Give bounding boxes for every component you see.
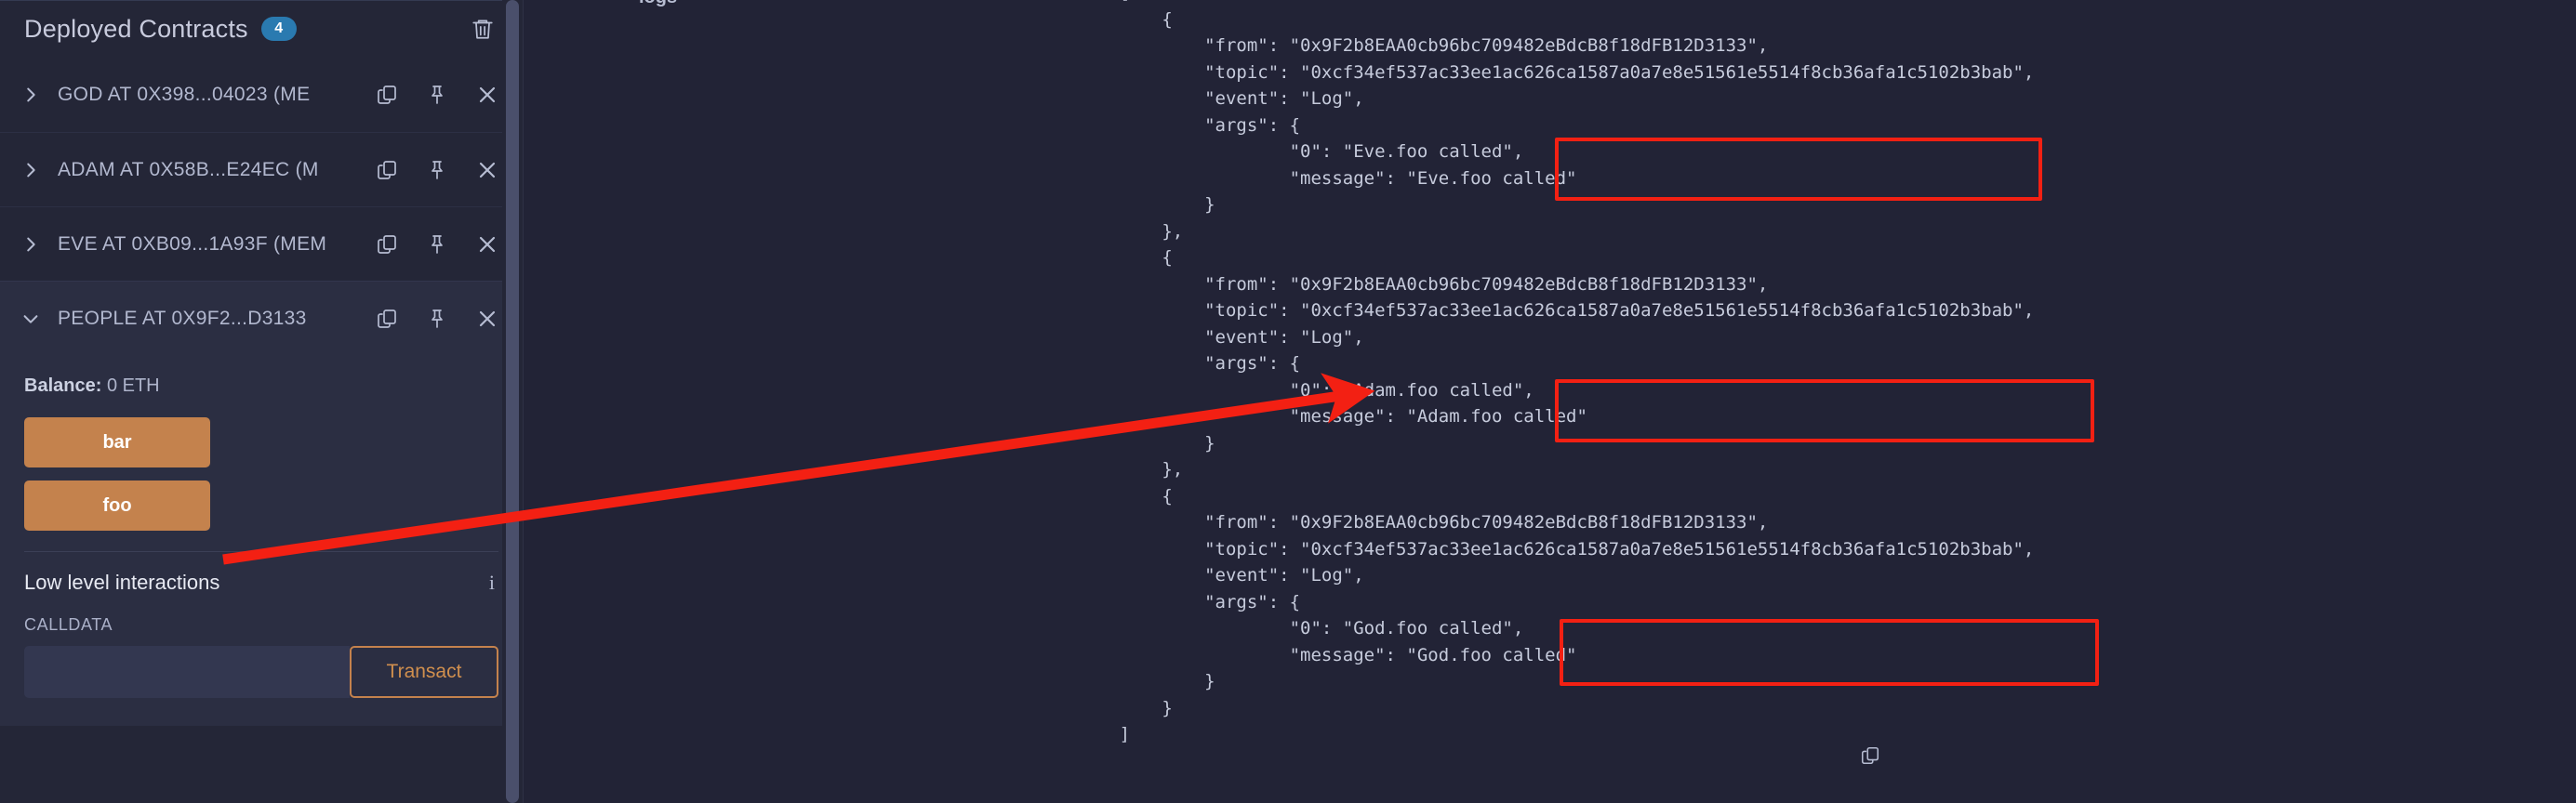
close-icon[interactable]: [476, 233, 498, 256]
calldata-input[interactable]: [24, 646, 350, 698]
page-title: Deployed Contracts: [24, 14, 248, 43]
chevron-right-icon[interactable]: [20, 234, 48, 255]
chevron-right-icon[interactable]: [20, 85, 48, 105]
contract-row[interactable]: ADAM AT 0X58B...E24EC (M: [0, 132, 523, 206]
info-icon[interactable]: i: [489, 571, 498, 595]
contract-row[interactable]: EVE AT 0XB09...1A93F (MEM: [0, 206, 523, 281]
panel-header: Deployed Contracts 4: [0, 0, 523, 58]
panel-top-divider: [0, 0, 523, 1]
calldata-label: CALLDATA: [24, 615, 113, 634]
row-actions: [361, 233, 498, 256]
calldata-row: Transact: [24, 646, 498, 698]
close-icon[interactable]: [476, 159, 498, 181]
contract-detail-panel: Balance: 0 ETH bar foo Low level interac…: [0, 355, 523, 726]
row-actions: [361, 159, 498, 181]
low-level-interactions-title: Low level interactions: [24, 571, 220, 594]
sidebar-scrollbar-thumb[interactable]: [506, 0, 519, 803]
chevron-down-icon[interactable]: [20, 309, 48, 329]
pin-icon[interactable]: [426, 159, 448, 181]
logs-panel: logs [ { "from":: [524, 0, 2576, 803]
transact-button[interactable]: Transact: [350, 646, 498, 698]
close-icon[interactable]: [476, 84, 498, 106]
trash-icon[interactable]: [471, 16, 495, 42]
close-icon[interactable]: [476, 308, 498, 330]
app-root: Deployed Contracts 4 GOD AT 0X398...0402…: [0, 0, 2576, 803]
row-actions: [361, 84, 498, 106]
contract-list: GOD AT 0X398...04023 (ME ADAM AT 0X58B..…: [0, 58, 523, 726]
contract-row[interactable]: GOD AT 0X398...04023 (ME: [0, 58, 523, 132]
contract-label: EVE AT 0XB09...1A93F (MEM: [58, 232, 327, 255]
chevron-right-icon[interactable]: [20, 160, 48, 180]
balance-label: Balance:: [24, 375, 102, 396]
function-button-foo[interactable]: foo: [24, 480, 210, 531]
function-button-bar[interactable]: bar: [24, 417, 210, 467]
contracts-count-badge: 4: [260, 17, 297, 41]
sidebar-scrollbar-track[interactable]: [502, 0, 523, 803]
copy-icon[interactable]: [376, 159, 398, 181]
deployed-contracts-panel: Deployed Contracts 4 GOD AT 0X398...0402…: [0, 0, 524, 803]
section-divider: [24, 551, 498, 552]
row-actions: [361, 308, 498, 330]
balance-value: 0 ETH: [106, 375, 160, 396]
logs-json-output: [ { "from": "0x9F2b8EAA0cb96bc709482eBdc…: [1119, 0, 2035, 744]
copy-icon[interactable]: [376, 84, 398, 106]
pin-icon[interactable]: [426, 233, 448, 256]
copy-icon[interactable]: [376, 308, 398, 330]
pin-icon[interactable]: [426, 84, 448, 106]
contract-label: ADAM AT 0X58B...E24EC (M: [58, 158, 319, 180]
pin-icon[interactable]: [426, 308, 448, 330]
copy-icon[interactable]: [376, 233, 398, 256]
contract-label: GOD AT 0X398...04023 (ME: [58, 84, 311, 105]
low-level-interactions-header: Low level interactions i: [24, 571, 498, 595]
balance-row: Balance: 0 ETH: [24, 375, 498, 397]
copy-icon[interactable]: [1860, 745, 1880, 770]
contract-row-expanded[interactable]: PEOPLE AT 0X9F2...D3133: [0, 281, 523, 355]
contract-label: PEOPLE AT 0X9F2...D3133: [58, 307, 307, 329]
